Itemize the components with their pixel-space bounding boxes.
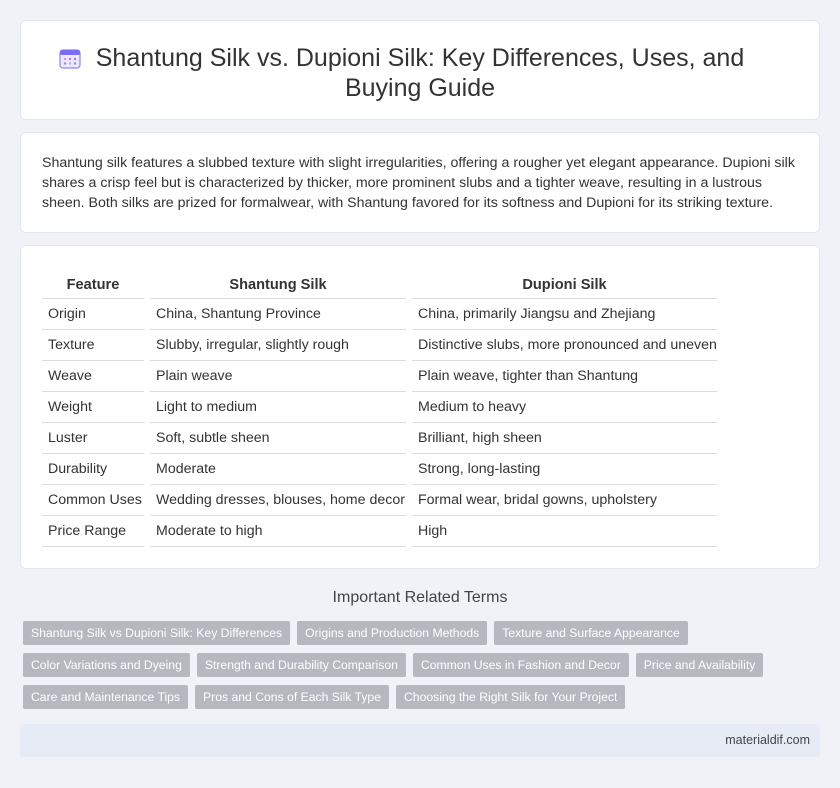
intro-card: Shantung silk features a slubbed texture… bbox=[20, 132, 820, 233]
dupioni-cell: Brilliant, high sheen bbox=[412, 423, 717, 454]
comparison-card: Feature Shantung Silk Dupioni Silk Origi… bbox=[20, 245, 820, 569]
feature-cell: Price Range bbox=[42, 516, 144, 547]
table-row: Texture Slubby, irregular, slightly roug… bbox=[42, 330, 717, 361]
feature-cell: Weave bbox=[42, 361, 144, 392]
related-terms-heading: Important Related Terms bbox=[332, 589, 508, 606]
feature-cell: Luster bbox=[42, 423, 144, 454]
shantung-cell: Light to medium bbox=[150, 392, 406, 423]
related-term-tag[interactable]: Care and Maintenance Tips bbox=[23, 685, 189, 709]
table-row: Luster Soft, subtle sheen Brilliant, hig… bbox=[42, 423, 717, 454]
related-term-tag[interactable]: Shantung Silk vs Dupioni Silk: Key Diffe… bbox=[23, 621, 291, 645]
intro-paragraph: Shantung silk features a slubbed texture… bbox=[42, 155, 795, 211]
dupioni-cell: Distinctive slubs, more pronounced and u… bbox=[412, 330, 717, 361]
shantung-cell: Slubby, irregular, slightly rough bbox=[150, 330, 406, 361]
dupioni-cell: High bbox=[412, 516, 717, 547]
related-term-tag[interactable]: Color Variations and Dyeing bbox=[23, 653, 190, 677]
table-header-row: Feature Shantung Silk Dupioni Silk bbox=[42, 272, 717, 299]
shantung-cell: Moderate bbox=[150, 454, 406, 485]
shantung-cell: Soft, subtle sheen bbox=[150, 423, 406, 454]
shantung-cell: Plain weave bbox=[150, 361, 406, 392]
table-row: Weight Light to medium Medium to heavy bbox=[42, 392, 717, 423]
feature-cell: Origin bbox=[42, 299, 144, 330]
header-feature: Feature bbox=[42, 272, 144, 299]
tag-row: Care and Maintenance Tips Pros and Cons … bbox=[23, 685, 823, 709]
table-row: Weave Plain weave Plain weave, tighter t… bbox=[42, 361, 717, 392]
dupioni-cell: China, primarily Jiangsu and Zhejiang bbox=[412, 299, 717, 330]
table-row: Durability Moderate Strong, long-lasting bbox=[42, 454, 717, 485]
related-term-tag[interactable]: Common Uses in Fashion and Decor bbox=[412, 653, 629, 677]
dupioni-cell: Formal wear, bridal gowns, upholstery bbox=[412, 485, 717, 516]
dupioni-cell: Plain weave, tighter than Shantung bbox=[412, 361, 717, 392]
related-terms-tags: Shantung Silk vs Dupioni Silk: Key Diffe… bbox=[23, 621, 823, 717]
related-term-tag[interactable]: Pros and Cons of Each Silk Type bbox=[195, 685, 389, 709]
shantung-cell: Wedding dresses, blouses, home decor bbox=[150, 485, 406, 516]
feature-cell: Texture bbox=[42, 330, 144, 361]
related-term-tag[interactable]: Choosing the Right Silk for Your Project bbox=[396, 685, 626, 709]
footer: materialdif.com bbox=[20, 724, 820, 757]
table-row: Common Uses Wedding dresses, blouses, ho… bbox=[42, 485, 717, 516]
related-term-tag[interactable]: Texture and Surface Appearance bbox=[494, 621, 688, 645]
table-row: Price Range Moderate to high High bbox=[42, 516, 717, 547]
dupioni-cell: Medium to heavy bbox=[412, 392, 717, 423]
footer-site-link[interactable]: materialdif.com bbox=[725, 733, 810, 747]
header-shantung: Shantung Silk bbox=[150, 272, 406, 299]
tag-row: Shantung Silk vs Dupioni Silk: Key Diffe… bbox=[23, 621, 823, 645]
feature-cell: Weight bbox=[42, 392, 144, 423]
comparison-table: Feature Shantung Silk Dupioni Silk Origi… bbox=[36, 272, 723, 547]
page-title: Shantung Silk vs. Dupioni Silk: Key Diff… bbox=[95, 44, 745, 102]
feature-cell: Durability bbox=[42, 454, 144, 485]
table-row: Origin China, Shantung Province China, p… bbox=[42, 299, 717, 330]
title-card: Shantung Silk vs. Dupioni Silk: Key Diff… bbox=[20, 20, 820, 120]
shantung-cell: China, Shantung Province bbox=[150, 299, 406, 330]
related-term-tag[interactable]: Origins and Production Methods bbox=[297, 621, 488, 645]
feature-cell: Common Uses bbox=[42, 485, 144, 516]
related-term-tag[interactable]: Price and Availability bbox=[635, 653, 764, 677]
header-dupioni: Dupioni Silk bbox=[412, 272, 717, 299]
tag-row: Color Variations and Dyeing Strength and… bbox=[23, 653, 823, 677]
dupioni-cell: Strong, long-lasting bbox=[412, 454, 717, 485]
related-term-tag[interactable]: Strength and Durability Comparison bbox=[196, 653, 406, 677]
shantung-cell: Moderate to high bbox=[150, 516, 406, 547]
